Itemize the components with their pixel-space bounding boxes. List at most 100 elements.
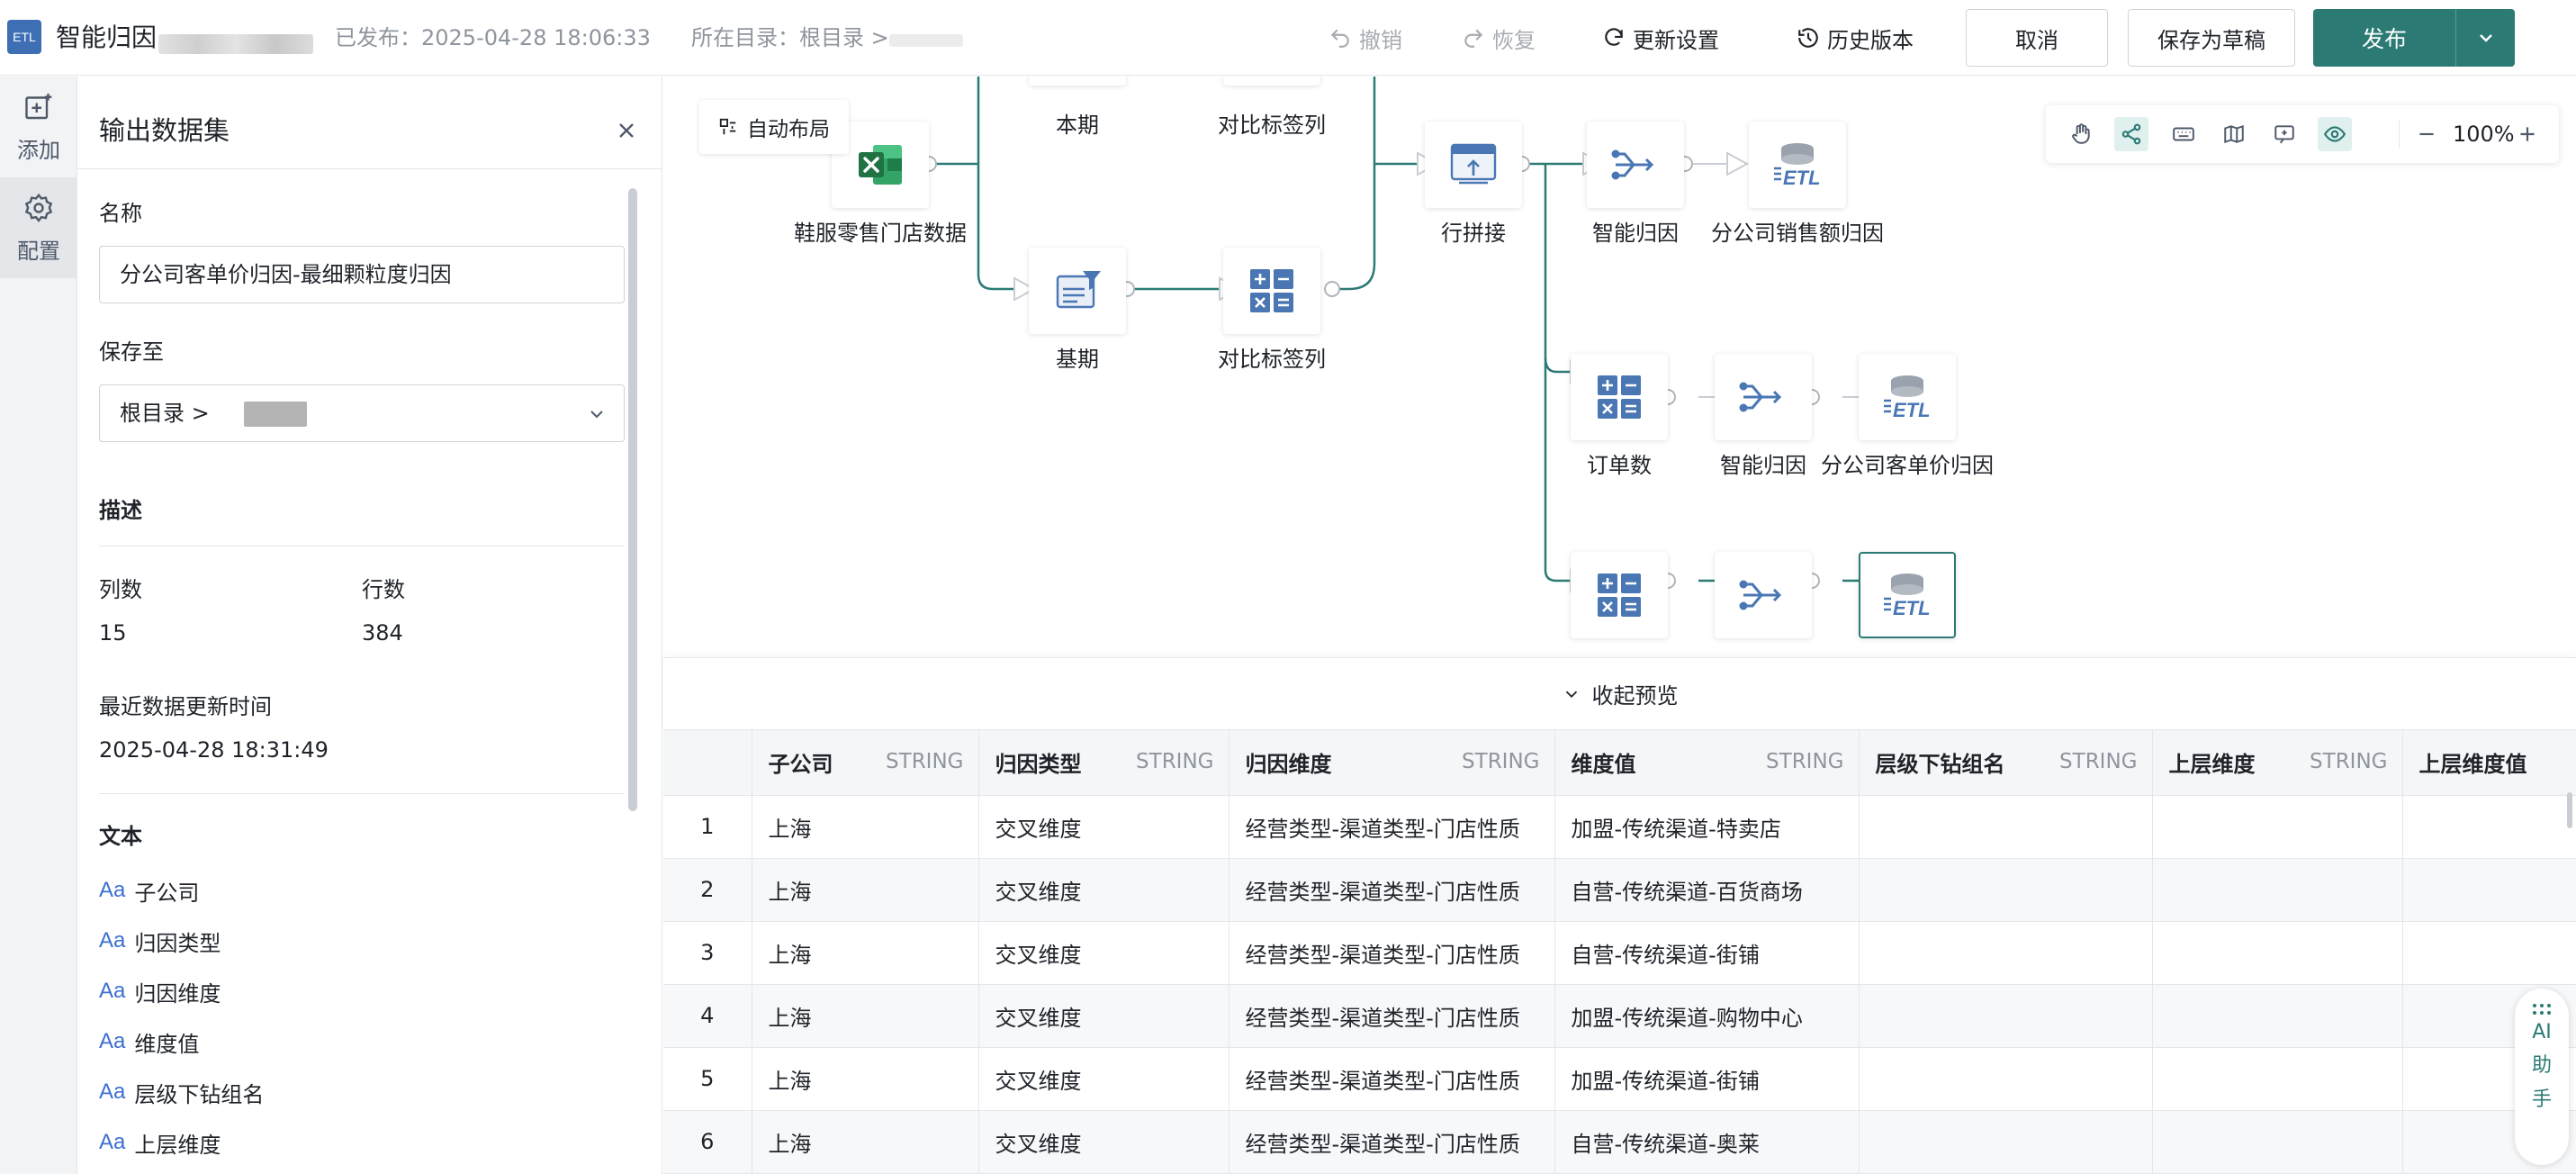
table-cell[interactable] <box>1859 858 2153 922</box>
table-cell[interactable] <box>2402 921 2576 985</box>
ai-assistant-button[interactable]: AI 助 手 <box>2515 989 2569 1165</box>
calc-node-3[interactable] <box>1571 552 1668 638</box>
table-cell[interactable]: 交叉维度 <box>978 921 1229 985</box>
table-cell[interactable]: 交叉维度 <box>978 858 1229 922</box>
dataset-name-input[interactable]: 分公司客单价归因-最细颗粒度归因 <box>99 246 625 303</box>
table-cell[interactable] <box>1859 921 2153 985</box>
table-row: 4 上海 交叉维度 经营类型-渠道类型-门店性质 加盟-传统渠道-购物中心 <box>663 984 2576 1048</box>
filter-node-base[interactable] <box>1029 248 1126 334</box>
table-cell[interactable] <box>2152 858 2403 922</box>
table-cell[interactable] <box>2402 795 2576 859</box>
table-cell[interactable]: 自营-传统渠道-街铺 <box>1554 921 1860 985</box>
etl-output-node-2[interactable]: ETL <box>1859 354 1956 440</box>
plus-icon <box>2520 127 2535 141</box>
table-cell[interactable] <box>1859 1110 2153 1174</box>
save-draft-button[interactable]: 保存为草稿 <box>2128 9 2295 67</box>
column-header[interactable]: 层级下钻组名 STRING <box>1859 730 2153 796</box>
zoom-out-button[interactable] <box>2409 117 2444 151</box>
comment-tool[interactable] <box>2267 117 2301 151</box>
table-cell[interactable]: 加盟-传统渠道-街铺 <box>1554 1047 1860 1111</box>
collapse-preview-button[interactable]: 收起预览 <box>663 657 2576 729</box>
etl-output-node-3-selected[interactable]: ETL <box>1859 552 1956 638</box>
table-cell[interactable]: 加盟-传统渠道-特卖店 <box>1554 795 1860 859</box>
close-icon[interactable] <box>614 118 639 143</box>
table-cell[interactable]: 经营类型-渠道类型-门店性质 <box>1229 1047 1555 1111</box>
column-header[interactable]: 子公司 STRING <box>752 730 979 796</box>
minimap-tool[interactable] <box>2217 117 2251 151</box>
table-cell[interactable]: 经营类型-渠道类型-门店性质 <box>1229 921 1555 985</box>
table-cell[interactable]: 自营-传统渠道-奥莱 <box>1554 1110 1860 1174</box>
table-cell[interactable]: 经营类型-渠道类型-门店性质 <box>1229 1110 1555 1174</box>
pan-tool[interactable] <box>2064 117 2098 151</box>
field-item[interactable]: Aa 上层维度 <box>99 1124 221 1160</box>
panel-scrollbar[interactable] <box>628 188 637 811</box>
publish-button[interactable]: 发布 <box>2313 9 2455 67</box>
etl-output-node-1[interactable]: ETL <box>1749 122 1846 208</box>
calc-node-compare-top[interactable] <box>1223 77 1320 86</box>
cancel-button[interactable]: 取消 <box>1966 9 2108 67</box>
redo-button[interactable]: 恢复 <box>1462 20 1536 56</box>
description-label: 描述 <box>99 498 142 523</box>
smart-attribution-node-1[interactable] <box>1587 122 1684 208</box>
table-cell[interactable] <box>2152 984 2403 1048</box>
share-tool[interactable] <box>2114 117 2148 151</box>
page-title[interactable]: 智能归因 <box>56 20 157 56</box>
table-cell[interactable]: 上海 <box>752 1047 979 1111</box>
field-item[interactable]: Aa 归因维度 <box>99 973 221 1009</box>
calc-node-orders[interactable] <box>1571 354 1668 440</box>
rail-config[interactable]: 配置 <box>0 177 77 278</box>
table-cell[interactable] <box>2152 921 2403 985</box>
column-header[interactable]: 维度值 STRING <box>1554 730 1860 796</box>
table-cell[interactable] <box>2402 858 2576 922</box>
preview-tool[interactable] <box>2318 117 2352 151</box>
calc-node-compare-bottom[interactable] <box>1223 248 1320 334</box>
zoom-in-button[interactable] <box>2510 117 2544 151</box>
table-cell[interactable]: 加盟-传统渠道-购物中心 <box>1554 984 1860 1048</box>
column-header[interactable]: 归因维度 STRING <box>1229 730 1555 796</box>
table-cell[interactable]: 交叉维度 <box>978 795 1229 859</box>
table-cell[interactable] <box>2152 1047 2403 1111</box>
save-to-select[interactable]: 根目录 > <box>99 384 625 442</box>
flow-canvas[interactable]: 本期 对比标签列 鞋服零售门店数据 基期 对比标签列 行拼接 智能归因 ETL <box>663 77 2576 657</box>
table-cell[interactable] <box>1859 984 2153 1048</box>
auto-layout-button[interactable]: 自动布局 <box>699 100 849 154</box>
field-item[interactable]: Aa 层级下钻组名 <box>99 1074 264 1110</box>
smart-attribution-node-2[interactable] <box>1715 354 1812 440</box>
table-cell[interactable] <box>1859 795 2153 859</box>
table-cell[interactable] <box>1859 1047 2153 1111</box>
table-cell[interactable]: 经营类型-渠道类型-门店性质 <box>1229 795 1555 859</box>
column-type: STRING <box>1766 750 1844 773</box>
column-header[interactable]: 上层维度值 <box>2402 730 2576 796</box>
table-cell[interactable]: 上海 <box>752 984 979 1048</box>
table-cell[interactable]: 交叉维度 <box>978 1047 1229 1111</box>
field-item[interactable]: Aa 归因类型 <box>99 923 221 959</box>
table-cell[interactable] <box>2152 1110 2403 1174</box>
table-cell[interactable]: 上海 <box>752 795 979 859</box>
table-cell[interactable]: 交叉维度 <box>978 1110 1229 1174</box>
table-cell[interactable] <box>2152 795 2403 859</box>
table-cell[interactable]: 经营类型-渠道类型-门店性质 <box>1229 858 1555 922</box>
table-cell[interactable]: 上海 <box>752 1110 979 1174</box>
history-version-button[interactable]: 历史版本 <box>1797 20 1914 56</box>
column-header[interactable]: 上层维度 STRING <box>2152 730 2403 796</box>
gear-icon <box>24 193 53 222</box>
rail-add[interactable]: 添加 <box>0 77 77 177</box>
update-settings-button[interactable]: 更新设置 <box>1602 20 1719 56</box>
table-cell[interactable]: 上海 <box>752 921 979 985</box>
undo-button[interactable]: 撤销 <box>1329 20 1402 56</box>
table-cell[interactable]: 自营-传统渠道-百货商场 <box>1554 858 1860 922</box>
directory-breadcrumb[interactable]: 所在目录：根目录 > <box>691 20 889 56</box>
column-header[interactable]: 归因类型 STRING <box>978 730 1229 796</box>
filter-node-current[interactable] <box>1029 77 1126 86</box>
table-scrollbar[interactable] <box>2567 792 2572 828</box>
publish-dropdown-button[interactable] <box>2456 9 2515 67</box>
table-cell[interactable]: 经营类型-渠道类型-门店性质 <box>1229 984 1555 1048</box>
table-cell[interactable]: 交叉维度 <box>978 984 1229 1048</box>
row-join-node[interactable] <box>1425 122 1522 208</box>
field-item[interactable]: Aa 子公司 <box>99 872 199 908</box>
field-item[interactable]: Aa 维度值 <box>99 1024 199 1060</box>
table-cell[interactable]: 上海 <box>752 858 979 922</box>
keyboard-tool[interactable] <box>2166 117 2201 151</box>
smart-attribution-node-3[interactable] <box>1715 552 1812 638</box>
map-icon <box>2224 124 2244 144</box>
